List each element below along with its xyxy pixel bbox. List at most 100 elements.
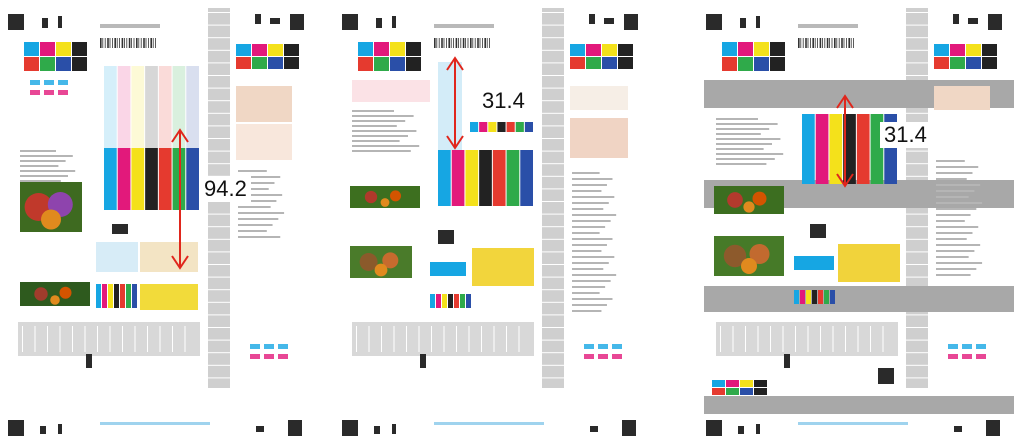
text-line bbox=[572, 202, 609, 204]
photo-element bbox=[380, 198, 390, 207]
registration-mark bbox=[604, 18, 614, 24]
barcode-bar bbox=[438, 38, 440, 48]
scale-tick bbox=[542, 138, 564, 139]
text-line bbox=[936, 202, 983, 204]
ink-strip bbox=[506, 150, 520, 206]
barcode-bar bbox=[124, 38, 125, 48]
text-line bbox=[936, 226, 979, 228]
figure-canvas: 94.2 31.4 31.4 bbox=[0, 0, 1014, 443]
ink-icon bbox=[584, 354, 594, 359]
text-line bbox=[572, 250, 602, 252]
scale-tick bbox=[542, 226, 564, 228]
faded-patch bbox=[352, 80, 430, 102]
registration-mark bbox=[986, 420, 1000, 436]
scale-tick bbox=[906, 377, 928, 379]
scale-tick bbox=[542, 87, 564, 89]
color-patch bbox=[40, 57, 55, 71]
barcode-bar bbox=[802, 38, 804, 48]
text-line bbox=[572, 280, 611, 282]
color-patch bbox=[934, 44, 949, 56]
registration-mark bbox=[756, 424, 760, 434]
scale-tick bbox=[208, 226, 230, 228]
scale-tick bbox=[906, 112, 928, 114]
barcode-bar bbox=[109, 38, 111, 48]
barcode-bar bbox=[114, 38, 116, 48]
scale-tick bbox=[456, 326, 457, 352]
text-line bbox=[238, 230, 267, 232]
photo-element bbox=[390, 190, 401, 202]
text-line bbox=[352, 110, 394, 112]
barcode-bar bbox=[838, 38, 840, 48]
color-patch bbox=[754, 380, 767, 387]
registration-mark bbox=[740, 18, 746, 28]
text-line bbox=[572, 310, 602, 312]
scale-tick bbox=[159, 326, 161, 352]
text-line bbox=[936, 208, 977, 210]
barcode-bar bbox=[121, 38, 124, 48]
scale-tick bbox=[208, 213, 230, 215]
ink-icon bbox=[30, 90, 40, 95]
barcode-bar bbox=[814, 38, 816, 48]
ink-strip bbox=[104, 148, 117, 210]
text-line bbox=[572, 268, 604, 270]
registration-mark bbox=[590, 426, 598, 432]
text-line bbox=[936, 256, 969, 258]
scale-tick bbox=[393, 326, 395, 352]
color-patch bbox=[950, 57, 965, 69]
registration-mark bbox=[954, 426, 962, 432]
text-line bbox=[238, 212, 285, 214]
scale-tick bbox=[418, 326, 420, 352]
text-line bbox=[572, 244, 607, 246]
barcode-bar bbox=[455, 38, 458, 48]
barcode-bar bbox=[126, 38, 128, 48]
barcode-bar bbox=[441, 38, 443, 48]
scale-tick bbox=[208, 289, 230, 291]
faded-photo bbox=[236, 124, 292, 160]
print-test-sheets bbox=[6, 8, 1014, 436]
scale-tick bbox=[542, 289, 564, 291]
registration-mark bbox=[342, 420, 358, 436]
barcode-bar bbox=[112, 38, 113, 48]
barcode-bar bbox=[824, 38, 826, 48]
text-line bbox=[20, 180, 61, 182]
barcode-bar bbox=[470, 38, 472, 48]
scale-tick bbox=[208, 238, 230, 240]
barcode-bar bbox=[104, 38, 106, 48]
color-patch bbox=[570, 44, 585, 56]
ink-strip bbox=[479, 150, 492, 206]
barcode-bar bbox=[138, 38, 140, 48]
scale-tick bbox=[72, 326, 73, 352]
scale-tick bbox=[468, 326, 470, 352]
color-patch bbox=[740, 380, 753, 387]
scale-tick bbox=[782, 326, 784, 352]
scale-tick bbox=[542, 24, 564, 26]
ink-strip bbox=[460, 294, 465, 308]
scale-tick bbox=[857, 326, 859, 352]
bottom-strip bbox=[434, 422, 544, 425]
color-patch bbox=[950, 44, 965, 56]
scale-tick bbox=[172, 326, 173, 352]
scale-tick bbox=[882, 326, 884, 352]
color-patch bbox=[284, 57, 299, 69]
registration-mark bbox=[624, 14, 638, 30]
text-line bbox=[352, 115, 414, 117]
scale-tick bbox=[906, 62, 928, 64]
barcode-bar bbox=[477, 38, 479, 48]
barcode-bar bbox=[819, 38, 822, 48]
registration-mark bbox=[376, 18, 382, 28]
scale-tick bbox=[208, 138, 230, 139]
scale-tick bbox=[757, 326, 759, 352]
barcode-bar bbox=[155, 38, 156, 48]
scale-tick bbox=[208, 314, 230, 316]
registration-mark bbox=[374, 426, 380, 434]
scale-tick bbox=[59, 326, 61, 352]
color-patch bbox=[268, 57, 283, 69]
text-line bbox=[572, 274, 617, 276]
portrait-photo bbox=[934, 86, 990, 110]
ink-icon bbox=[612, 354, 622, 359]
barcode-bar bbox=[133, 38, 135, 48]
text-line bbox=[936, 214, 971, 216]
text-line bbox=[936, 196, 969, 198]
ink-strip bbox=[818, 290, 823, 304]
barcode-bar bbox=[100, 38, 102, 48]
